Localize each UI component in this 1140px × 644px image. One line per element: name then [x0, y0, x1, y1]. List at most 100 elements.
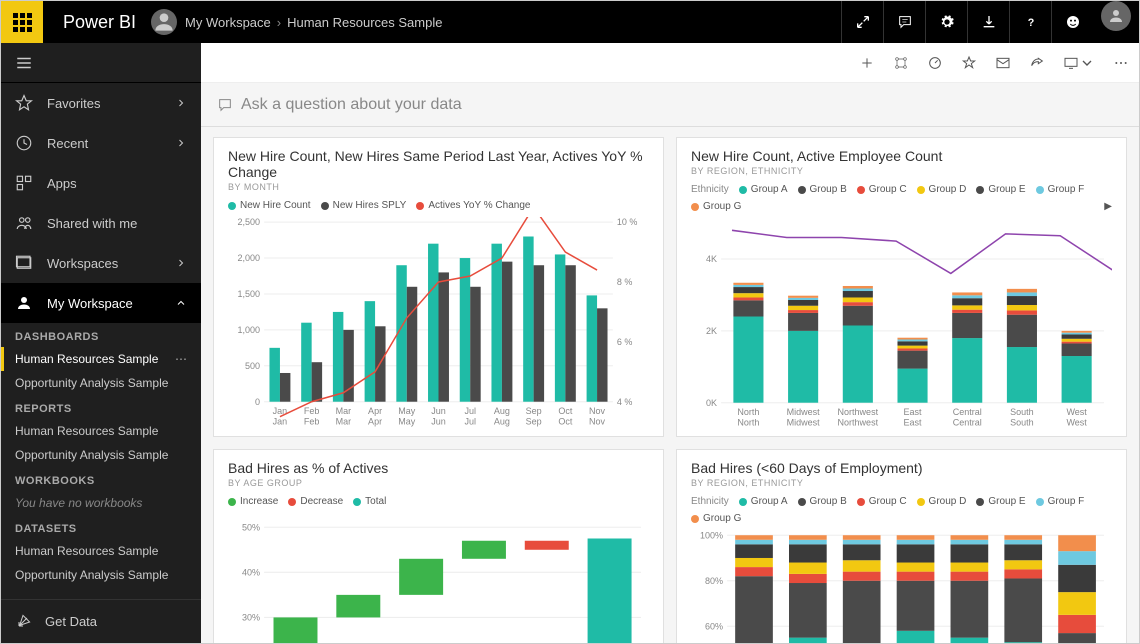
svg-text:2K: 2K	[706, 326, 717, 336]
help-button[interactable]: ?	[1009, 1, 1051, 43]
breadcrumb-workspace[interactable]: My Workspace	[185, 15, 271, 30]
workbooks-empty: You have no workbooks	[1, 491, 201, 515]
chart-legend: EthnicityGroup AGroup BGroup CGroup DGro…	[691, 496, 1112, 524]
tile-subtitle: BY AGE GROUP	[228, 478, 649, 488]
breadcrumb-item[interactable]: Human Resources Sample	[287, 15, 442, 30]
svg-text:30%: 30%	[242, 612, 260, 622]
svg-text:North: North	[737, 407, 759, 417]
tile-subtitle: BY REGION, ETHNICITY	[691, 166, 1112, 176]
tile-hire-month[interactable]: New Hire Count, New Hires Same Period La…	[213, 137, 664, 437]
svg-text:80%: 80%	[705, 576, 723, 586]
svg-text:Nov: Nov	[589, 406, 605, 416]
svg-text:4K: 4K	[706, 254, 717, 264]
chevron-right-icon	[175, 257, 187, 269]
svg-text:40%: 40%	[242, 567, 260, 577]
chart-legend: New Hire CountNew Hires SPLYActives YoY …	[228, 200, 649, 211]
svg-text:Northwest: Northwest	[838, 417, 879, 427]
svg-text:Nov: Nov	[589, 416, 605, 426]
tile-title: New Hire Count, Active Employee Count	[691, 148, 1112, 164]
svg-text:West: West	[1066, 407, 1087, 417]
svg-text:Aug: Aug	[494, 406, 510, 416]
svg-text:Sep: Sep	[526, 406, 542, 416]
svg-text:100%: 100%	[700, 530, 723, 540]
svg-text:Mar: Mar	[336, 416, 352, 426]
app-launcher-button[interactable]	[1, 1, 43, 43]
tile-bad-hires-age[interactable]: Bad Hires as % of Actives BY AGE GROUP I…	[213, 449, 664, 643]
webview-button[interactable]	[1063, 55, 1095, 71]
svg-text:East: East	[904, 417, 922, 427]
svg-text:2,000: 2,000	[238, 253, 261, 263]
qna-input[interactable]: Ask a question about your data	[201, 83, 1139, 127]
svg-text:Jun: Jun	[431, 416, 446, 426]
tile-title: Bad Hires (<60 Days of Employment)	[691, 460, 1112, 476]
nav-workspaces[interactable]: Workspaces	[1, 243, 201, 283]
svg-text:Sep: Sep	[526, 416, 542, 426]
svg-text:Mar: Mar	[336, 406, 352, 416]
svg-text:Midwest: Midwest	[787, 417, 820, 427]
section-reports: REPORTS	[1, 395, 201, 419]
add-tile-button[interactable]	[859, 55, 875, 71]
svg-text:Apr: Apr	[368, 416, 382, 426]
dataset-item-hr[interactable]: Human Resources Sample	[1, 539, 201, 563]
user-avatar-button[interactable]	[1101, 1, 1131, 31]
svg-text:May: May	[398, 416, 415, 426]
svg-text:8 %: 8 %	[617, 277, 633, 287]
get-data-button[interactable]: Get Data	[1, 599, 201, 643]
nav-recent[interactable]: Recent	[1, 123, 201, 163]
svg-text:?: ?	[1027, 17, 1034, 29]
more-button[interactable]	[1113, 55, 1129, 71]
share-button[interactable]	[1029, 55, 1045, 71]
svg-text:6 %: 6 %	[617, 337, 633, 347]
nav-toggle-button[interactable]	[1, 43, 201, 83]
svg-text:Midwest: Midwest	[787, 407, 820, 417]
svg-text:Central: Central	[953, 407, 982, 417]
nav-favorites[interactable]: Favorites	[1, 83, 201, 123]
svg-text:Central: Central	[953, 417, 982, 427]
nav-apps[interactable]: Apps	[1, 163, 201, 203]
more-icon[interactable]: ⋯	[175, 352, 187, 366]
svg-text:Aug: Aug	[494, 416, 510, 426]
brand-label: Power BI	[63, 12, 136, 33]
svg-text:0: 0	[255, 397, 260, 407]
report-item-hr[interactable]: Human Resources Sample	[1, 419, 201, 443]
settings-button[interactable]	[925, 1, 967, 43]
dashboard-item-opp[interactable]: Opportunity Analysis Sample	[1, 371, 201, 395]
svg-text:2,500: 2,500	[238, 217, 261, 227]
report-item-opp[interactable]: Opportunity Analysis Sample	[1, 443, 201, 467]
svg-text:Feb: Feb	[304, 406, 320, 416]
svg-text:60%: 60%	[705, 621, 723, 631]
svg-text:Jan: Jan	[273, 416, 288, 426]
subscribe-button[interactable]	[995, 55, 1011, 71]
tile-hire-region[interactable]: New Hire Count, Active Employee Count BY…	[676, 137, 1127, 437]
tile-title: New Hire Count, New Hires Same Period La…	[228, 148, 649, 180]
download-button[interactable]	[967, 1, 1009, 43]
tile-title: Bad Hires as % of Actives	[228, 460, 649, 476]
dataset-item-opp[interactable]: Opportunity Analysis Sample	[1, 563, 201, 587]
dashboard-item-hr[interactable]: Human Resources Sample⋯	[1, 347, 201, 371]
tile-bad-hires-region[interactable]: Bad Hires (<60 Days of Employment) BY RE…	[676, 449, 1127, 643]
svg-text:1,500: 1,500	[238, 289, 261, 299]
fullscreen-button[interactable]	[841, 1, 883, 43]
performance-button[interactable]	[927, 55, 943, 71]
tile-subtitle: BY REGION, ETHNICITY	[691, 478, 1112, 488]
svg-text:50%: 50%	[242, 522, 260, 532]
feedback-button[interactable]	[883, 1, 925, 43]
related-button[interactable]	[893, 55, 909, 71]
nav-shared[interactable]: Shared with me	[1, 203, 201, 243]
chart-legend: EthnicityGroup AGroup BGroup CGroup DGro…	[691, 184, 1112, 212]
section-datasets: DATASETS	[1, 515, 201, 539]
svg-text:South: South	[1010, 417, 1034, 427]
svg-text:West: West	[1066, 417, 1087, 427]
breadcrumb: My Workspace › Human Resources Sample	[185, 15, 442, 30]
nav-my-workspace[interactable]: My Workspace	[1, 283, 201, 323]
section-dashboards: DASHBOARDS	[1, 323, 201, 347]
chat-icon	[217, 97, 233, 113]
svg-text:4 %: 4 %	[617, 397, 633, 407]
smiley-button[interactable]	[1051, 1, 1093, 43]
chevron-up-icon	[175, 297, 187, 309]
workspace-avatar-icon	[151, 9, 177, 35]
svg-text:Jul: Jul	[464, 406, 476, 416]
svg-text:East: East	[904, 407, 922, 417]
favorite-button[interactable]	[961, 55, 977, 71]
svg-text:Oct: Oct	[558, 416, 572, 426]
